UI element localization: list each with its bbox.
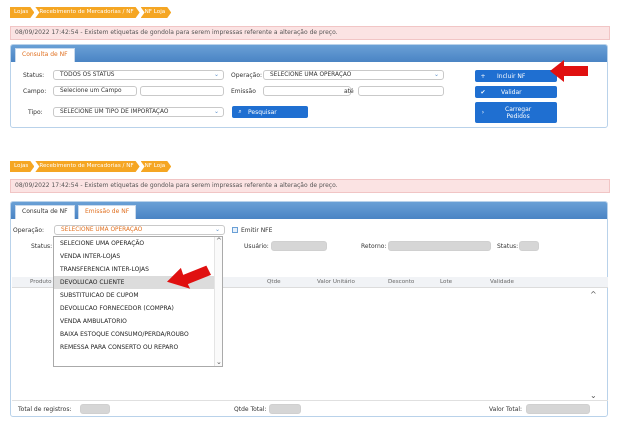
plus-icon: +: [480, 72, 486, 80]
grid-footer: Total de registros: Qtde Total: Valor To…: [12, 400, 608, 416]
emitir-nfe-checkbox[interactable]: [232, 227, 238, 233]
emissao-inicio-input[interactable]: [263, 86, 351, 96]
dropdown-option[interactable]: REMESSA PARA CONSERTO OU REPARO: [54, 341, 222, 354]
dropdown-option[interactable]: BAIXA ESTOQUE CONSUMO/PERDA/ROUBO: [54, 328, 222, 341]
qtde-total-label: Qtde Total:: [234, 406, 267, 413]
valor-total-label: Valor Total:: [489, 406, 523, 413]
breadcrumb-item[interactable]: Recebimento de Mercadorias / NF: [35, 7, 139, 18]
total-registros-field: [80, 404, 110, 414]
incluir-nf-button[interactable]: + Incluir NF: [475, 70, 557, 82]
dropdown-option[interactable]: SELECIONE UMA OPERAÇÃO: [54, 237, 222, 250]
pesquisar-button[interactable]: ⌕ Pesquisar: [232, 106, 308, 118]
scroll-up-icon[interactable]: ^: [216, 237, 222, 245]
chevron-down-icon: ⌄: [213, 108, 219, 115]
col-valor-unitario: Valor Unitário: [317, 279, 355, 285]
qtde-total-field: [269, 404, 301, 414]
breadcrumb-item[interactable]: NF Loja: [141, 161, 172, 172]
col-qtde: Qtde: [267, 279, 281, 285]
campo-select[interactable]: Selecione um Campo: [53, 86, 137, 96]
alert-banner: 08/09/2022 17:42:54 - Existem etiquetas …: [10, 26, 610, 40]
operacao-value: SELECIONE UMA OPERAÇÃO: [61, 227, 143, 233]
breadcrumb-item[interactable]: NF Loja: [141, 7, 172, 18]
dropdown-options: SELECIONE UMA OPERAÇÃO VENDA INTER-LOJAS T…: [54, 237, 222, 354]
retorno-label: Retorno:: [361, 243, 387, 250]
dropdown-option[interactable]: SUBSTITUICAO DE CUPOM: [54, 289, 222, 302]
validar-button[interactable]: ✔ Validar: [475, 86, 557, 98]
operacao-dropdown-list[interactable]: SELECIONE UMA OPERAÇÃO VENDA INTER-LOJAS T…: [53, 236, 223, 367]
status2-label: Status:: [497, 243, 519, 250]
retorno-field: [388, 241, 491, 251]
status-select[interactable]: TODOS OS STATUS ⌄: [53, 70, 224, 80]
tab-consulta-nf[interactable]: Consulta de NF: [15, 205, 75, 219]
emitir-nfe-label: Emitir NFE: [241, 227, 273, 234]
tab-bar: [11, 45, 607, 62]
usuario-field: [271, 241, 327, 251]
breadcrumb: Lojas Recebimento de Mercadorias / NF NF…: [10, 161, 172, 172]
red-arrow-annotation: [550, 60, 588, 82]
breadcrumb-item[interactable]: Recebimento de Mercadorias / NF: [35, 161, 139, 172]
tipo-select[interactable]: SELECIONE UM TIPO DE IMPORTAÇÃO ⌄: [53, 107, 224, 117]
scroll-down-icon[interactable]: ⌄: [216, 358, 222, 366]
usuario-label: Usuário:: [244, 243, 269, 250]
col-lote: Lote: [440, 279, 453, 285]
dropdown-option[interactable]: VENDA INTER-LOJAS: [54, 250, 222, 263]
valor-total-field: [526, 404, 590, 414]
dropdown-scrollbar[interactable]: ^ ⌄: [214, 237, 222, 366]
carregar-label: Carregar Pedidos: [505, 106, 531, 120]
tab-emissao-nf[interactable]: Emissão de NF: [78, 205, 137, 219]
validar-label: Validar: [501, 88, 522, 96]
check-icon: ✔: [480, 88, 486, 96]
operacao-select[interactable]: SELECIONE UMA OPERAÇÃO ⌄: [263, 70, 444, 80]
campo-label: Campo:: [23, 88, 47, 95]
chevron-down-icon: ⌄: [213, 71, 219, 78]
operacao-label: Operação:: [231, 72, 263, 79]
dropdown-option[interactable]: VENDA AMBULATORIO: [54, 315, 222, 328]
consulta-frame: Consulta de NF Status: TODOS OS STATUS ⌄…: [10, 44, 608, 128]
status-value: TODOS OS STATUS: [60, 72, 115, 78]
breadcrumb: Lojas Recebimento de Mercadorias / NF NF…: [10, 7, 172, 18]
breadcrumb-item[interactable]: Lojas: [10, 7, 34, 18]
scroll-down-icon[interactable]: ⌄: [590, 391, 597, 400]
carregar-line2: Pedidos: [506, 112, 530, 120]
breadcrumb-item[interactable]: Lojas: [10, 161, 34, 172]
tipo-value: SELECIONE UM TIPO DE IMPORTAÇÃO: [60, 109, 169, 115]
chevron-down-icon: ⌄: [214, 226, 220, 233]
campo-input[interactable]: [140, 86, 224, 96]
pesquisar-label: Pesquisar: [248, 108, 277, 116]
emissao-fim-input[interactable]: [358, 86, 444, 96]
chevron-right-icon: ›: [481, 109, 485, 116]
col-desconto: Desconto: [388, 279, 415, 285]
incluir-label: Incluir NF: [497, 72, 526, 80]
grid-scrollbar[interactable]: ^ ⌄: [589, 290, 599, 400]
carregar-line1: Carregar: [505, 105, 532, 113]
red-arrow-annotation: [167, 265, 211, 289]
chevron-down-icon: ⌄: [433, 71, 439, 78]
dropdown-option[interactable]: DEVOLUCAO FORNECEDOR (COMPRA): [54, 302, 222, 315]
tipo-label: Tipo:: [28, 109, 43, 116]
status2-field: [519, 241, 539, 251]
status-label: Status:: [31, 243, 53, 250]
operacao-select[interactable]: SELECIONE UMA OPERAÇÃO ⌄: [54, 225, 225, 235]
operacao-value: SELECIONE UMA OPERAÇÃO: [270, 72, 352, 78]
campo-value: Selecione um Campo: [60, 88, 122, 94]
status-label: Status:: [23, 72, 45, 79]
operacao-label: Operação:: [13, 227, 45, 234]
search-icon: ⌕: [238, 108, 242, 115]
scroll-up-icon[interactable]: ^: [590, 290, 597, 299]
alert-banner: 08/09/2022 17:42:54 - Existem etiquetas …: [10, 179, 610, 193]
col-validade: Validade: [490, 279, 514, 285]
total-registros-label: Total de registros:: [18, 406, 72, 413]
ate-label: até: [344, 88, 354, 95]
emissao-label: Emissão: [231, 88, 256, 95]
carregar-pedidos-button[interactable]: › Carregar Pedidos: [475, 102, 557, 123]
tab-consulta-nf[interactable]: Consulta de NF: [15, 48, 75, 62]
nf-consulta-panel: Lojas Recebimento de Mercadorias / NF NF…: [0, 0, 617, 140]
col-produto: Produto: [30, 279, 52, 285]
nf-emissao-panel: Lojas Recebimento de Mercadorias / NF NF…: [0, 157, 617, 433]
